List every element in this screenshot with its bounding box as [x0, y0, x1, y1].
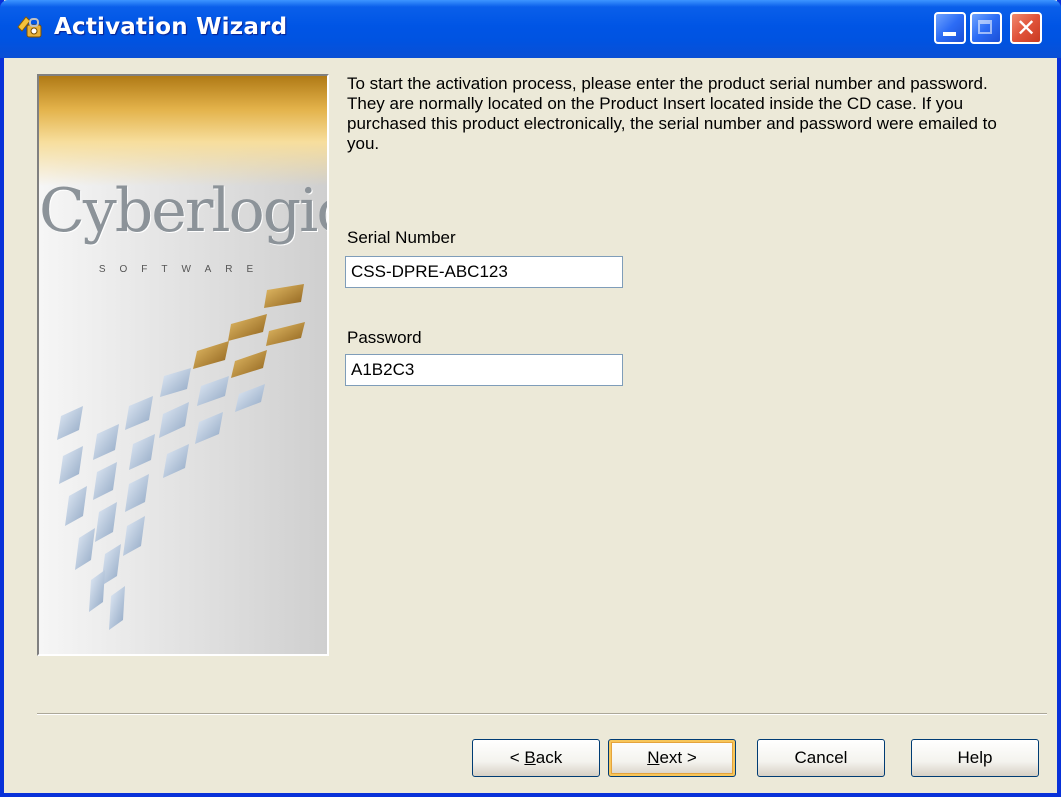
activation-wizard-window: Activation Wizard ✕ Cyberlogic SOFTWARE [0, 0, 1061, 797]
password-input[interactable] [345, 354, 623, 386]
banner-tile-graphic [57, 284, 305, 630]
maximize-icon [978, 20, 992, 34]
back-button[interactable]: < Back [472, 739, 600, 777]
serial-number-input[interactable] [345, 256, 623, 288]
minimize-button[interactable] [934, 12, 966, 44]
serial-number-label: Serial Number [347, 228, 456, 247]
cancel-button[interactable]: Cancel [757, 739, 885, 777]
title-bar[interactable]: Activation Wizard ✕ [0, 0, 1061, 58]
maximize-button[interactable] [970, 12, 1002, 44]
help-button[interactable]: Help [911, 739, 1039, 777]
window-title: Activation Wizard [54, 14, 288, 40]
close-button[interactable]: ✕ [1010, 12, 1042, 44]
instructions-text: To start the activation process, please … [347, 74, 997, 153]
key-wizard-icon [16, 13, 44, 41]
next-button[interactable]: Next > [608, 739, 736, 777]
button-separator [37, 713, 1047, 715]
next-button-label: Next > [647, 748, 697, 767]
close-icon: ✕ [1016, 14, 1037, 42]
minimize-icon [943, 32, 956, 36]
password-label: Password [347, 328, 422, 347]
back-button-label: < Back [509, 748, 563, 767]
wizard-banner-image: Cyberlogic SOFTWARE [37, 74, 329, 656]
